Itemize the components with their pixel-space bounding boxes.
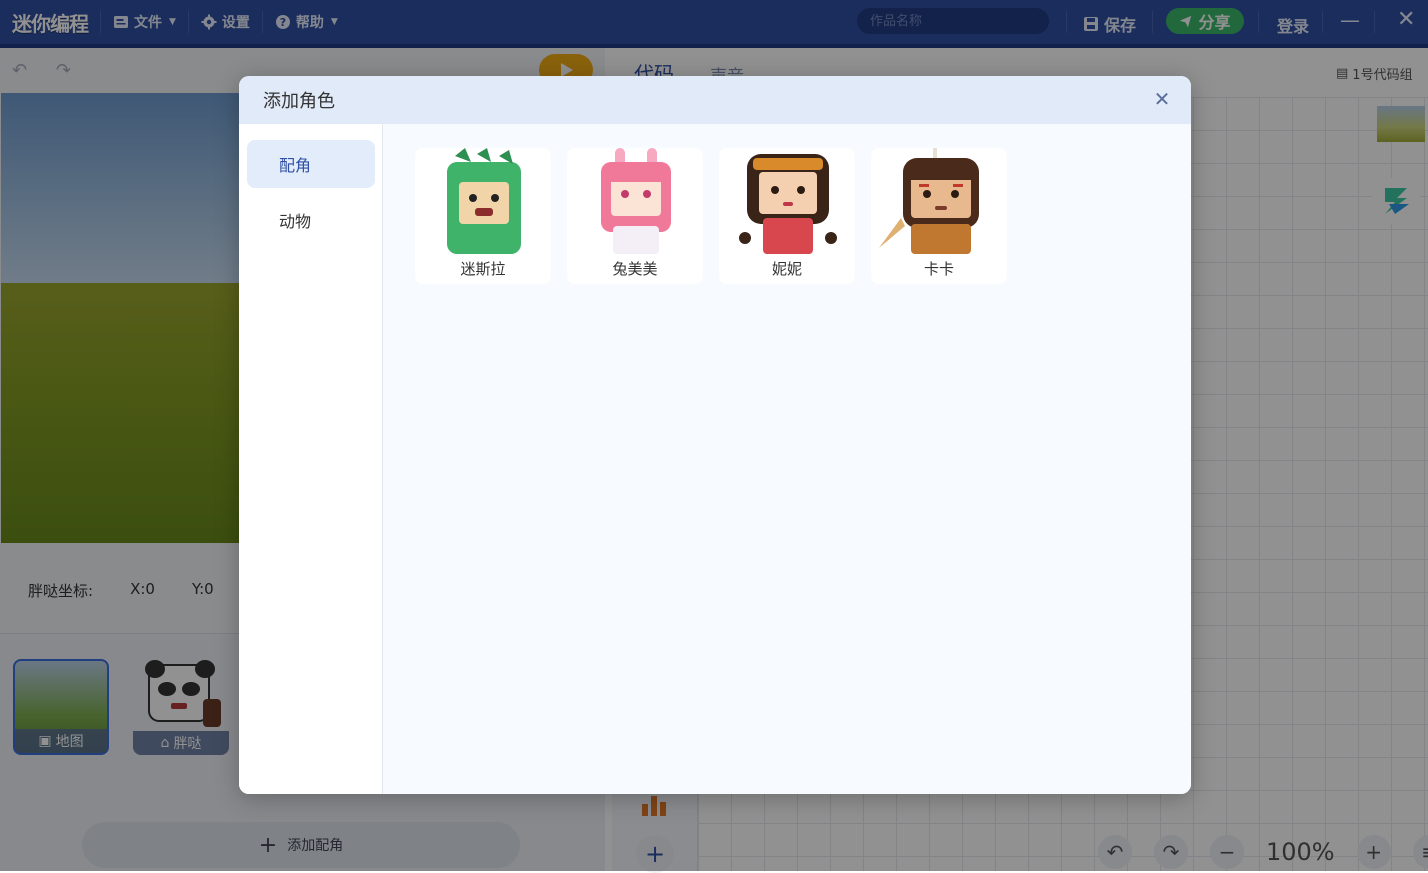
close-icon[interactable]: ✕	[1153, 89, 1171, 109]
category-supporting[interactable]: 配角	[247, 140, 375, 188]
character-name: 兔美美	[612, 260, 658, 278]
dialog-title: 添加角色	[263, 91, 335, 112]
tumeimei-avatar	[601, 148, 671, 254]
character-card-misila[interactable]: 迷斯拉	[415, 148, 551, 284]
misila-avatar	[447, 148, 521, 254]
dialog-header: 添加角色	[239, 76, 1191, 124]
category-sidebar: 配角 动物	[239, 124, 383, 794]
character-name: 妮妮	[771, 260, 802, 278]
add-character-dialog: 添加角色 ✕ 配角 动物 迷斯拉 兔美美 妮妮 卡卡	[239, 76, 1191, 794]
category-animals[interactable]: 动物	[247, 196, 375, 244]
character-name: 迷斯拉	[460, 260, 506, 278]
character-card-kaka[interactable]: 卡卡	[871, 148, 1007, 284]
character-card-nini[interactable]: 妮妮	[719, 148, 855, 284]
nini-avatar	[739, 154, 837, 254]
category-label: 动物	[279, 212, 312, 231]
character-card-tumeimei[interactable]: 兔美美	[567, 148, 703, 284]
character-name: 卡卡	[923, 260, 954, 278]
category-label: 配角	[279, 156, 312, 175]
kaka-avatar	[879, 148, 979, 254]
character-grid: 迷斯拉 兔美美 妮妮 卡卡	[383, 124, 1191, 794]
